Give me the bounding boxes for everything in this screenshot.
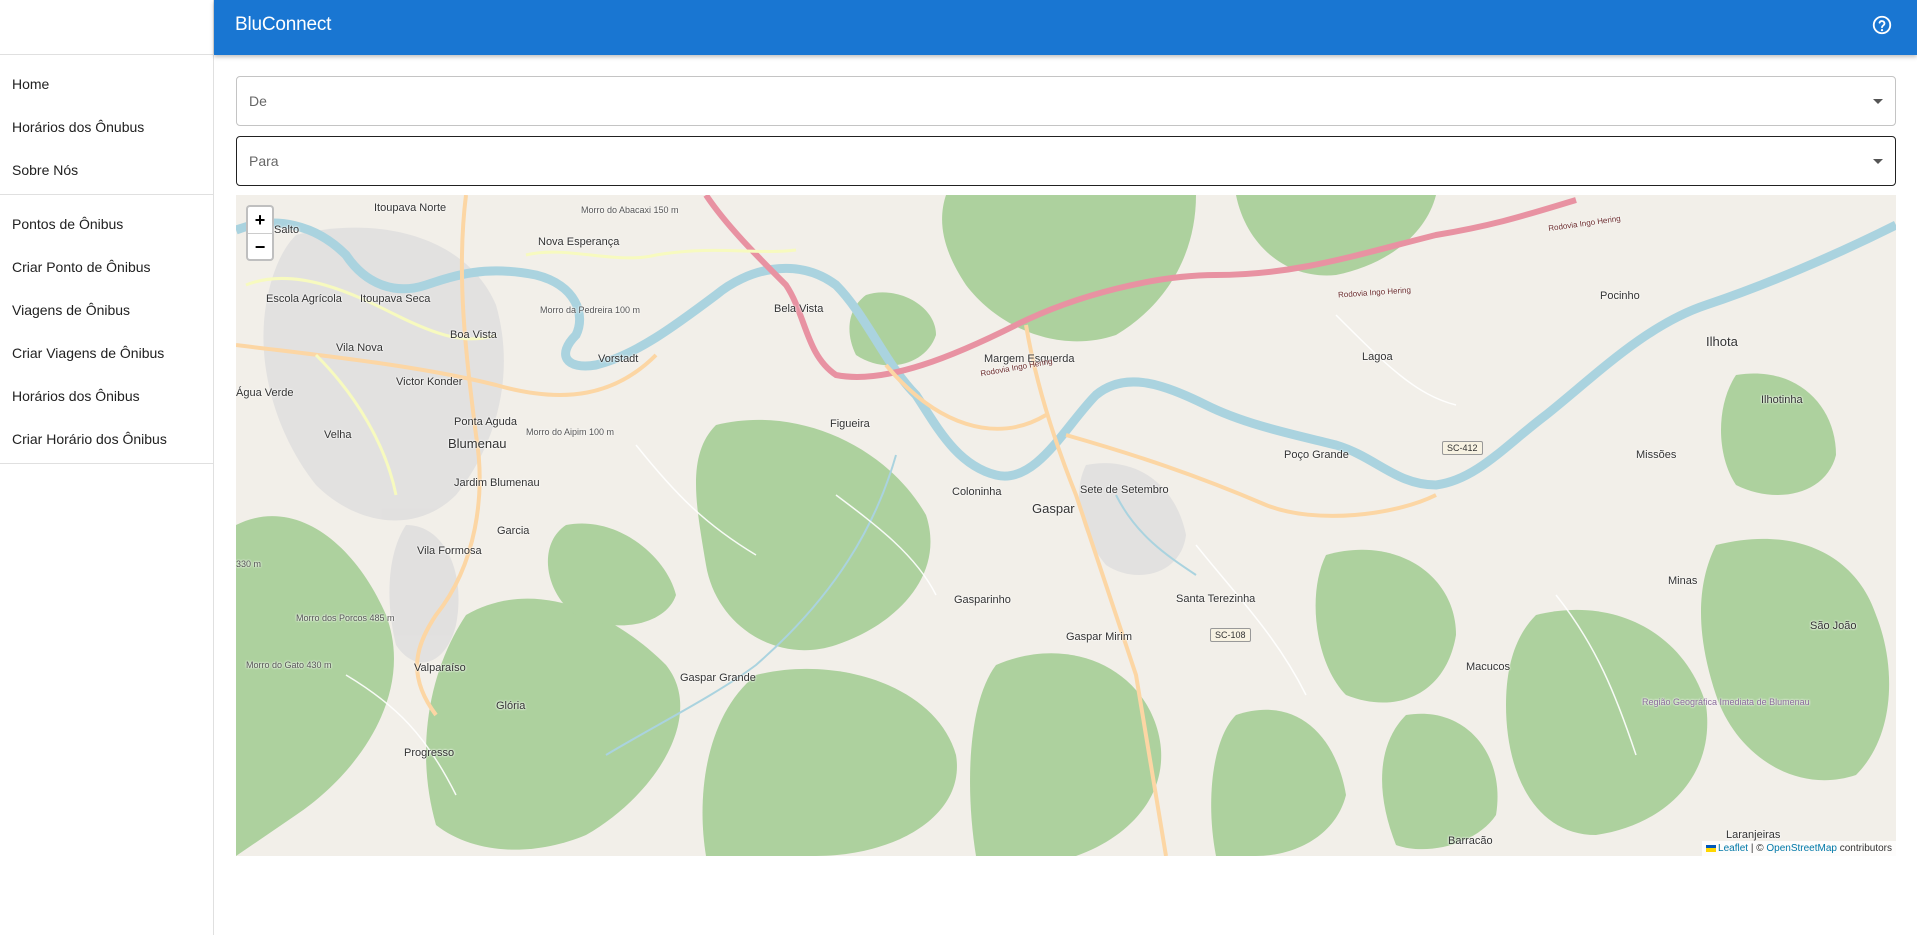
map-label: Victor Konder <box>396 376 463 388</box>
sidebar-item-sobre-nos[interactable]: Sobre Nós <box>0 149 213 192</box>
map-label: Blumenau <box>448 436 507 451</box>
map-label: Sete de Setembro <box>1080 484 1169 496</box>
to-select[interactable]: Para <box>236 136 1896 186</box>
map-label: Boa Vista <box>450 329 497 341</box>
sidebar-item-viagens[interactable]: Viagens de Ônibus <box>0 289 213 332</box>
map-label: Morro do Gato 430 m <box>246 660 332 670</box>
from-select[interactable]: De <box>236 76 1896 126</box>
map-label: Velha <box>324 429 352 441</box>
map-label: Lagoa <box>1362 351 1393 363</box>
map-label: Gaspar Mirim <box>1066 631 1133 643</box>
map-label: Gaspar Grande <box>680 672 756 684</box>
map-label: Vila Nova <box>336 342 383 354</box>
sidebar-group-main: Home Horários dos Ônubus Sobre Nós <box>0 55 213 195</box>
map-label: Salto <box>274 224 300 236</box>
map-label: São João <box>1810 620 1857 632</box>
zoom-out-button[interactable]: − <box>248 233 272 259</box>
map-label: Nova Esperança <box>538 236 620 248</box>
map-label: Santa Terezinha <box>1176 593 1256 605</box>
road-shield: SC-108 <box>1210 628 1251 642</box>
map-label: Valparaíso <box>414 662 466 674</box>
sidebar-item-pontos-onibus[interactable]: Pontos de Ônibus <box>0 203 213 246</box>
sidebar-item-home[interactable]: Home <box>0 63 213 106</box>
map-label: Ilhota <box>1706 334 1738 349</box>
app-title: BluConnect <box>235 14 332 35</box>
map-label: Macucos <box>1466 661 1511 673</box>
map-label: Água Verde <box>236 387 294 399</box>
sidebar-header <box>0 0 213 55</box>
map-label: Morro do Aipim 100 m <box>526 427 615 437</box>
sidebar: Home Horários dos Ônubus Sobre Nós Ponto… <box>0 0 214 935</box>
map-label: Minas <box>1668 575 1698 587</box>
map-label: Gasparinho <box>954 594 1011 606</box>
map-label: Itoupava Seca <box>360 293 431 305</box>
map-label: Ilhotinha <box>1761 394 1803 406</box>
map-label: Missões <box>1636 449 1677 461</box>
map-label: Poço Grande <box>1284 449 1349 461</box>
map[interactable]: + − Itoupava Norte Salto Nova Esperança … <box>236 195 1896 856</box>
map-label: Progresso <box>404 747 455 759</box>
sidebar-item-criar-horario[interactable]: Criar Horário dos Ônibus <box>0 418 213 461</box>
map-label: Morro do Abacaxi 150 m <box>581 205 679 215</box>
sidebar-item-horarios-admin[interactable]: Horários dos Ônibus <box>0 375 213 418</box>
from-placeholder: De <box>249 93 267 109</box>
map-label: Gaspar <box>1032 501 1075 516</box>
map-label: Escola Agrícola <box>266 293 342 305</box>
zoom-in-button[interactable]: + <box>248 207 272 233</box>
attribution-separator: | © <box>1748 843 1767 854</box>
leaflet-link[interactable]: Leaflet <box>1718 843 1748 854</box>
ukraine-flag-icon <box>1706 844 1717 852</box>
map-label: Jardim Blumenau <box>454 477 540 489</box>
osm-link[interactable]: OpenStreetMap <box>1766 843 1837 854</box>
help-button[interactable] <box>1871 14 1893 36</box>
map-label: Garcia <box>497 525 530 537</box>
map-label: Bela Vista <box>774 303 824 315</box>
map-label: Barracão <box>1448 835 1493 847</box>
sidebar-group-admin: Pontos de Ônibus Criar Ponto de Ônibus V… <box>0 195 213 464</box>
sidebar-item-horarios[interactable]: Horários dos Ônubus <box>0 106 213 149</box>
map-label: Pocinho <box>1600 290 1640 302</box>
help-icon <box>1872 15 1892 35</box>
attribution-suffix: contributors <box>1836 843 1892 854</box>
chevron-down-icon <box>1873 99 1883 104</box>
road-shield: SC-412 <box>1442 441 1483 455</box>
sidebar-item-criar-viagens[interactable]: Criar Viagens de Ônibus <box>0 332 213 375</box>
map-label: Morro da Pedreira 100 m <box>540 305 641 315</box>
map-label: Figueira <box>830 418 870 430</box>
map-label: Região Geográfica Imediata de Blumenau <box>1642 697 1810 707</box>
app-bar: BluConnect <box>214 0 1917 55</box>
map-attribution: Leaflet | © OpenStreetMap contributors <box>1702 841 1896 856</box>
map-label: Laranjeiras <box>1726 829 1781 841</box>
map-label: 330 m <box>236 559 262 569</box>
sidebar-item-criar-ponto[interactable]: Criar Ponto de Ônibus <box>0 246 213 289</box>
map-label: Coloninha <box>952 486 1002 498</box>
map-label: Glória <box>496 700 526 712</box>
map-label: Vila Formosa <box>417 545 482 557</box>
map-label: Vorstadt <box>598 353 639 365</box>
map-label: Itoupava Norte <box>374 202 447 214</box>
map-label: Ponta Aguda <box>454 416 518 428</box>
map-label: Morro dos Porcos 485 m <box>296 613 395 623</box>
to-placeholder: Para <box>249 153 279 169</box>
map-tiles <box>236 195 1896 856</box>
chevron-down-icon <box>1873 159 1883 164</box>
zoom-control: + − <box>246 205 274 261</box>
